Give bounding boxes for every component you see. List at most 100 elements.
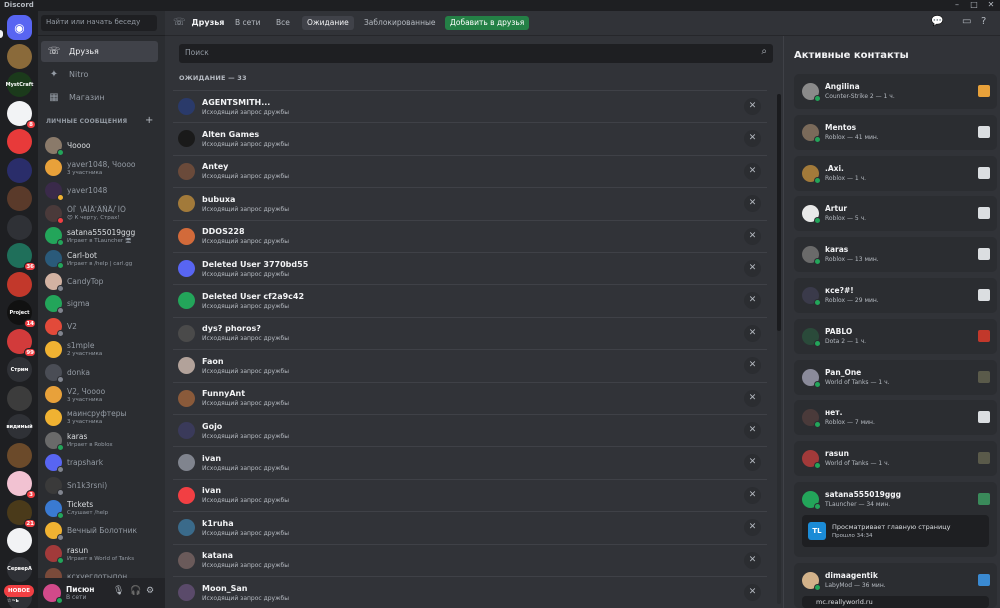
maximize-icon[interactable]: □ <box>967 0 981 10</box>
active-contact-card[interactable]: Artur Roblox — 5 ч. <box>794 196 997 232</box>
pending-friend-row[interactable]: Gojo Исходящий запрос дружбы ✕ <box>173 414 767 446</box>
user-avatar[interactable] <box>43 584 63 604</box>
dm-item[interactable]: rasun Играет в World of Tanks <box>41 543 158 565</box>
server-icon[interactable]: 8 <box>7 100 36 129</box>
microphone-icon[interactable]: 🎙 <box>113 586 124 596</box>
sidebar-nav-friends[interactable]: ☏ Друзья <box>41 41 158 62</box>
active-contact-card[interactable]: Angilina Counter-Strike 2 — 1 ч. <box>794 74 997 109</box>
server-icon[interactable]: 99 <box>7 328 36 357</box>
server-icon[interactable] <box>7 186 32 211</box>
cancel-request-button[interactable]: ✕ <box>744 422 761 439</box>
server-icon[interactable] <box>7 129 32 154</box>
server-icon[interactable]: СерверА <box>7 556 32 582</box>
pending-friend-row[interactable]: DDOS228 Исходящий запрос дружбы ✕ <box>173 219 767 252</box>
pending-friend-row[interactable]: ivan Исходящий запрос дружбы ✕ <box>173 446 767 478</box>
active-contact-card[interactable]: ксе?#! Roblox — 29 мин. <box>794 278 997 313</box>
cancel-request-button[interactable]: ✕ <box>744 227 761 245</box>
add-dm-icon[interactable]: + <box>145 115 153 126</box>
dm-item[interactable]: yaver1048 <box>41 179 158 201</box>
dm-item[interactable]: satana555019ggg Играет в TLauncher 🖥 <box>41 225 158 247</box>
active-contact-card[interactable]: Pan_One World of Tanks — 1 ч. <box>794 359 997 395</box>
cancel-request-button[interactable]: ✕ <box>744 195 761 213</box>
cancel-request-button[interactable]: ✕ <box>744 260 761 277</box>
active-contact-card[interactable]: satana555019ggg TLauncher — 34 мин. TL Прос… <box>794 482 997 557</box>
active-contact-card[interactable]: karas Roblox — 13 мин. <box>794 237 997 273</box>
server-icon[interactable] <box>7 214 32 240</box>
pending-friend-row[interactable]: dys? phoros? Исходящий запрос дружбы ✕ <box>173 316 767 349</box>
dm-item[interactable]: Carl-bot Играет в /help | carl.gg <box>41 248 158 270</box>
server-icon[interactable]: 36 <box>7 243 36 271</box>
server-icon[interactable] <box>7 157 32 183</box>
sidebar-nav-shop[interactable]: ▦ Магазин <box>41 87 158 108</box>
dm-item[interactable]: V2 <box>41 316 158 338</box>
cancel-request-button[interactable]: ✕ <box>744 389 761 407</box>
active-contact-card[interactable]: нет. Roblox — 7 мин. <box>794 400 997 436</box>
pending-friend-row[interactable]: FunnyAnt Исходящий запрос дружбы ✕ <box>173 381 767 414</box>
new-badge[interactable]: НОВОЕ <box>4 585 34 597</box>
server-icon[interactable] <box>7 442 32 468</box>
server-icon[interactable] <box>7 385 32 411</box>
cancel-request-button[interactable]: ✕ <box>744 551 761 569</box>
pending-friend-row[interactable]: k1ruha Исходящий запрос дружбы ✕ <box>173 511 767 543</box>
pending-friend-row[interactable]: bubuxa Исходящий запрос дружбы ✕ <box>173 187 767 219</box>
server-icon[interactable] <box>7 528 32 553</box>
dm-item[interactable]: ÖÌ ̀ \ÀÌÄ'ÄÑÄ/ ̀ÌÖ 😈 К черту, Страх! <box>41 202 158 224</box>
add-friend-button[interactable]: Добавить в друзья <box>445 16 530 30</box>
active-contact-card[interactable]: rasun World of Tanks — 1 ч. <box>794 441 997 477</box>
find-conversation-input[interactable]: Найти или начать беседу <box>41 15 157 31</box>
dm-item[interactable]: trapshark <box>41 452 158 474</box>
dm-item[interactable]: Чoooo <box>41 134 158 156</box>
dm-item[interactable]: Tickets Слушает /help <box>41 497 158 519</box>
cancel-request-button[interactable]: ✕ <box>744 454 761 472</box>
cancel-request-button[interactable]: ✕ <box>744 98 761 115</box>
pending-friend-row[interactable]: AGENTSMITH... Исходящий запрос дружбы ✕ <box>173 90 767 122</box>
server-icon[interactable]: видимый <box>6 414 33 439</box>
cancel-request-button[interactable]: ✕ <box>744 486 761 504</box>
server-icon[interactable] <box>7 271 32 297</box>
pending-friend-row[interactable]: Alten Games Исходящий запрос дружбы ✕ <box>173 122 767 154</box>
active-contact-card[interactable]: .Axi. Roblox — 1 ч. <box>794 155 997 191</box>
tab-1[interactable]: Все <box>271 16 295 30</box>
tab-0[interactable]: В сети <box>230 16 266 30</box>
cancel-request-button[interactable]: ✕ <box>744 519 761 537</box>
dm-item[interactable]: donka <box>41 361 158 383</box>
inbox-icon[interactable]: ▭ <box>962 16 971 27</box>
headphones-icon[interactable]: 🎧 <box>130 586 141 596</box>
dm-item[interactable]: V2, Чoooo 3 участника <box>41 384 158 406</box>
discord-home-icon[interactable]: ◉ <box>7 15 32 40</box>
server-icon[interactable] <box>7 43 32 69</box>
dm-item[interactable]: CandyTop <box>41 270 158 292</box>
server-icon[interactable]: 3 <box>7 471 36 499</box>
minimize-icon[interactable]: – <box>950 0 964 10</box>
sidebar-nav-nitro[interactable]: ✦ Nitro <box>41 64 158 85</box>
new-group-dm-icon[interactable]: 💬 <box>931 16 943 27</box>
cancel-request-button[interactable]: ✕ <box>744 292 761 310</box>
tab-3[interactable]: Заблокированные <box>359 16 441 30</box>
active-contact-card[interactable]: PABLO Dota 2 — 1 ч. <box>794 318 997 354</box>
cancel-request-button[interactable]: ✕ <box>744 162 761 180</box>
cancel-request-button[interactable]: ✕ <box>744 324 761 342</box>
close-window-icon[interactable]: ✕ <box>984 0 998 10</box>
friends-search-input[interactable]: Поиск ⌕ <box>179 44 773 63</box>
cancel-request-button[interactable]: ✕ <box>744 130 761 148</box>
dm-item[interactable]: s1mple 2 участника <box>41 338 158 360</box>
pending-friend-row[interactable]: ivan Исходящий запрос дружбы ✕ <box>173 478 767 511</box>
pending-friend-row[interactable]: Moon_San Исходящий запрос дружбы ✕ <box>173 576 767 608</box>
server-icon[interactable]: 21 <box>7 499 36 528</box>
dm-item[interactable]: Вечный Болотник <box>41 520 158 542</box>
pending-friend-row[interactable]: Deleted User cf2a9c42 Исходящий запрос др… <box>173 284 767 316</box>
dm-item[interactable]: Sn1k3rsni) <box>41 475 158 497</box>
tab-2[interactable]: Ожидание <box>302 16 354 30</box>
pending-friend-row[interactable]: katana Исходящий запрос дружбы ✕ <box>173 543 767 576</box>
scrollbar-thumb[interactable] <box>777 94 781 331</box>
active-contact-card[interactable]: Mentos Roblox — 41 мин. <box>794 114 997 150</box>
dm-item[interactable]: karas Играет в Roblox <box>41 429 158 451</box>
pending-friend-row[interactable]: Faon Исходящий запрос дружбы ✕ <box>173 349 767 381</box>
help-icon[interactable]: ? <box>981 16 986 27</box>
dm-item[interactable]: маинсруфтеры 3 участника <box>41 406 158 428</box>
pending-friend-row[interactable]: Deleted User 3770bd55 Исходящий запрос др… <box>173 252 767 284</box>
cancel-request-button[interactable]: ✕ <box>744 357 761 375</box>
active-contact-card[interactable]: dimaagentik LabyMod — 36 мин. mc.reallywor… <box>794 562 997 608</box>
cancel-request-button[interactable]: ✕ <box>744 584 761 601</box>
server-icon[interactable]: Стрим <box>7 357 32 382</box>
